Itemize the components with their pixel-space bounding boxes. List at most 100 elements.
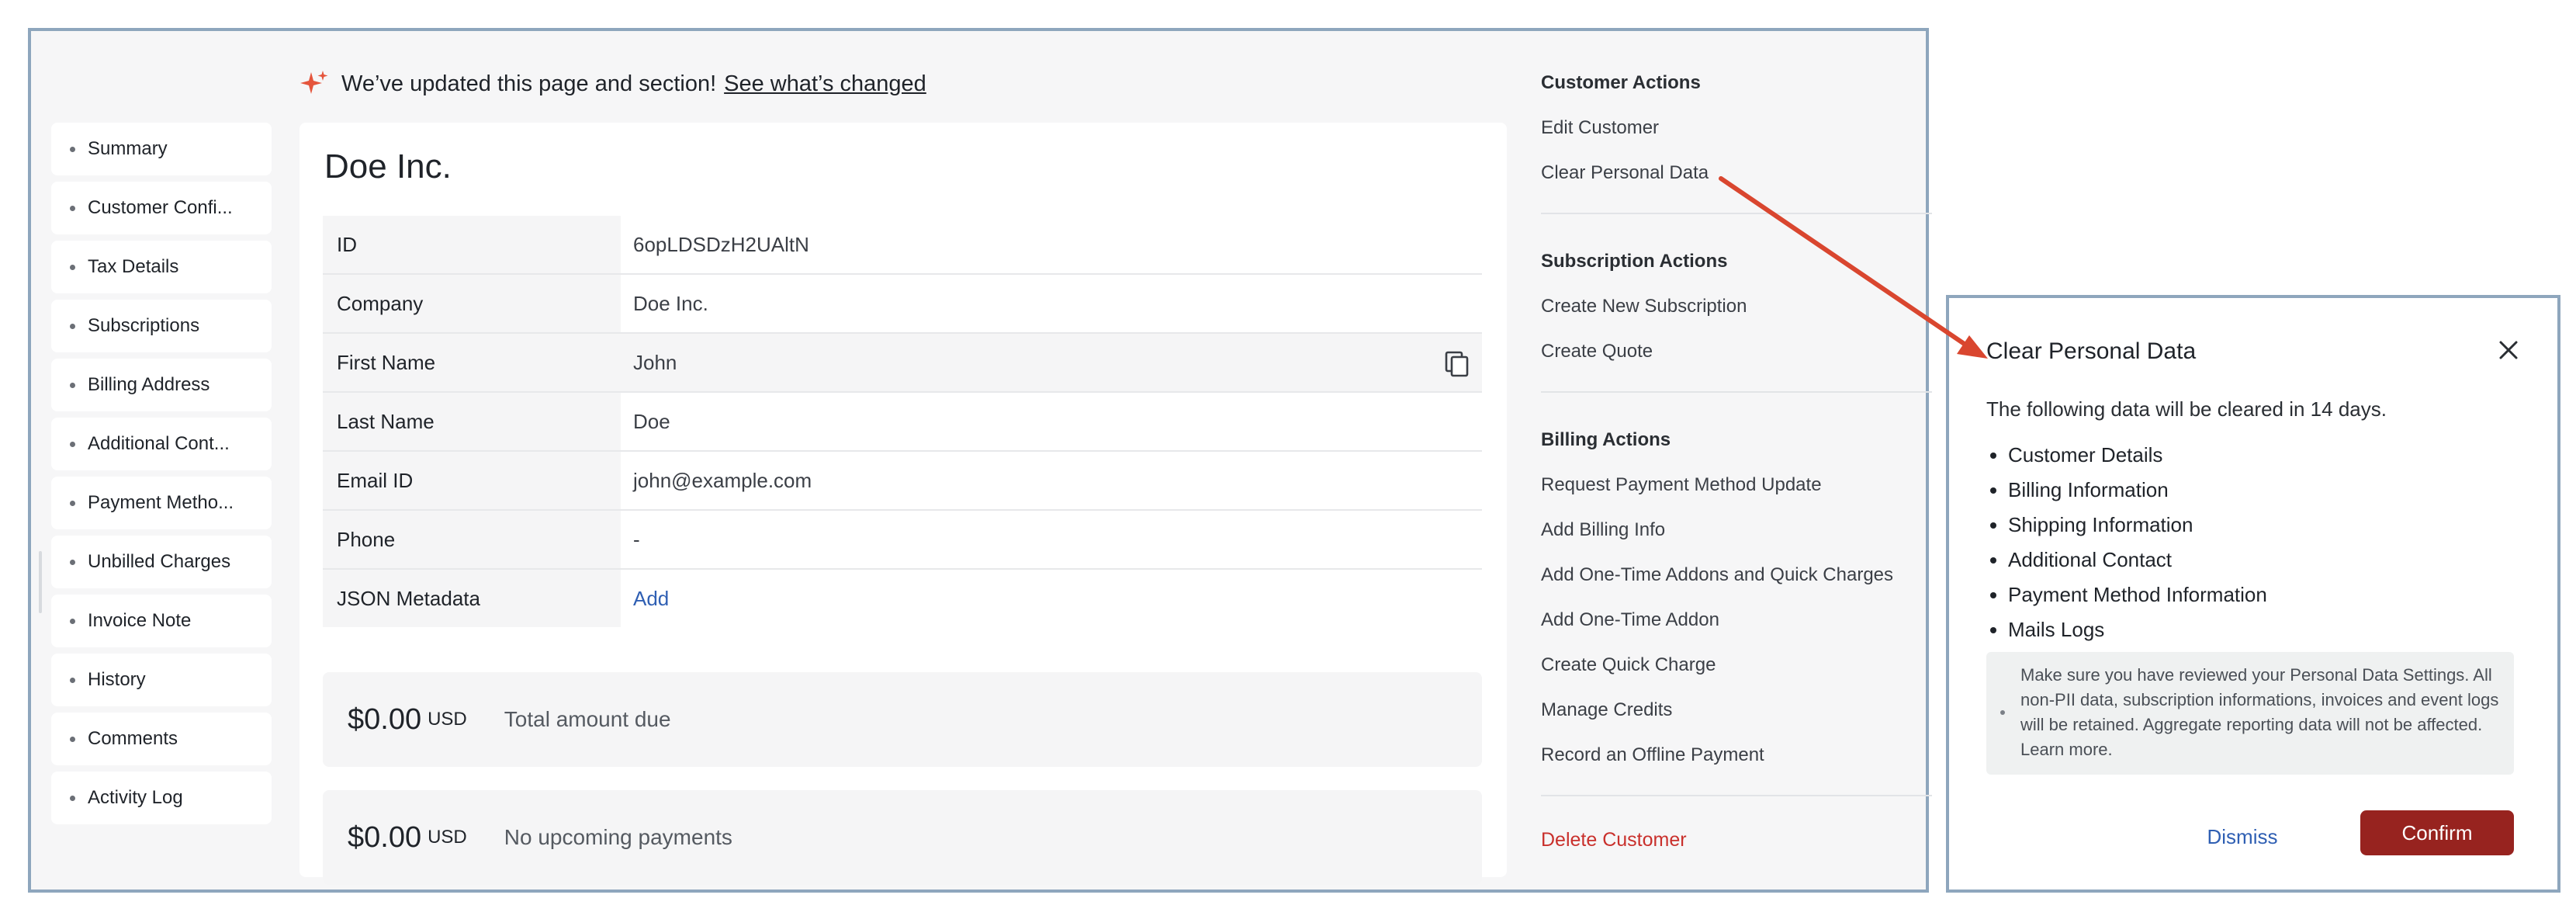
field-label: First Name <box>323 333 621 393</box>
confirm-button[interactable]: Confirm <box>2360 810 2514 855</box>
field-value: John <box>633 350 677 374</box>
list-item: Payment Method Information <box>2008 577 2267 612</box>
field-value-cell: John <box>621 333 1482 393</box>
nav-item-history[interactable]: History <box>51 654 272 706</box>
dismiss-button[interactable]: Dismiss <box>2188 815 2297 858</box>
copy-icon[interactable] <box>1445 351 1470 377</box>
field-label: Email ID <box>323 451 621 511</box>
customer-actions: Customer Actions Edit Customer Clear Per… <box>1541 61 1929 196</box>
customer-details-table: ID 6opLDSDzH2UAltN Company Doe Inc. Firs… <box>323 216 1482 627</box>
nav-item-label: Additional Cont... <box>88 433 230 454</box>
nav-item-label: Unbilled Charges <box>88 551 231 572</box>
clear-personal-data-link[interactable]: Clear Personal Data <box>1541 151 1929 196</box>
nav-item-tax-details[interactable]: Tax Details <box>51 241 272 293</box>
nav-item-payment-methods[interactable]: Payment Metho... <box>51 477 272 529</box>
cleared-data-list: Customer Details Billing Information Shi… <box>1986 438 2267 647</box>
bullet-icon <box>70 736 75 742</box>
table-row: Last Name Doe <box>323 392 1482 452</box>
billing-actions-heading: Billing Actions <box>1541 429 1671 450</box>
field-value-cell: Add <box>621 569 1482 627</box>
table-row: ID 6opLDSDzH2UAltN <box>323 216 1482 275</box>
update-banner: We’ve updated this page and section! See… <box>299 67 926 101</box>
field-label: Company <box>323 274 621 334</box>
table-row: First Name John <box>323 333 1482 393</box>
nav-item-summary[interactable]: Summary <box>51 123 272 175</box>
nav-item-label: History <box>88 669 146 690</box>
field-value: Doe Inc. <box>621 274 1482 334</box>
delete-customer-link[interactable]: Delete Customer <box>1541 829 1687 851</box>
request-payment-method-update-link[interactable]: Request Payment Method Update <box>1541 463 1929 508</box>
divider <box>1541 391 1932 393</box>
nav-item-label: Payment Metho... <box>88 492 234 513</box>
divider <box>1541 795 1932 796</box>
list-item: Additional Contact <box>2008 543 2267 577</box>
customer-actions-heading: Customer Actions <box>1541 72 1701 93</box>
create-quick-charge-link[interactable]: Create Quick Charge <box>1541 643 1929 688</box>
total-due-box: $0.00 USD Total amount due <box>323 672 1482 767</box>
whats-changed-link[interactable]: See what’s changed <box>724 71 926 97</box>
subscription-actions-heading: Subscription Actions <box>1541 251 1728 272</box>
create-subscription-link[interactable]: Create New Subscription <box>1541 284 1929 329</box>
nav-item-label: Invoice Note <box>88 610 192 631</box>
scrollbar[interactable] <box>39 551 42 613</box>
billing-actions: Billing Actions Request Payment Method U… <box>1541 418 1929 778</box>
nav-item-invoice-note[interactable]: Invoice Note <box>51 595 272 647</box>
total-due-label: Total amount due <box>504 707 671 731</box>
table-row: Company Doe Inc. <box>323 274 1482 334</box>
create-quote-link[interactable]: Create Quote <box>1541 329 1929 374</box>
table-row: JSON Metadata Add <box>323 569 1482 627</box>
field-label: Last Name <box>323 392 621 452</box>
retention-note-text: Make sure you have reviewed your Persona… <box>2020 665 2499 759</box>
nav-item-customer-config[interactable]: Customer Confi... <box>51 182 272 234</box>
add-metadata-link[interactable]: Add <box>633 587 669 610</box>
add-billing-info-link[interactable]: Add Billing Info <box>1541 508 1929 553</box>
nav-item-activity-log[interactable]: Activity Log <box>51 772 272 824</box>
add-addons-quick-charges-link[interactable]: Add One-Time Addons and Quick Charges <box>1541 553 1929 598</box>
field-label: ID <box>323 216 621 275</box>
total-due-currency: USD <box>428 709 467 730</box>
nav-item-label: Billing Address <box>88 374 210 395</box>
upcoming-amount: $0.00 <box>348 820 422 854</box>
record-offline-payment-link[interactable]: Record an Offline Payment <box>1541 733 1929 778</box>
nav-item-additional-contact[interactable]: Additional Cont... <box>51 418 272 470</box>
nav-item-label: Subscriptions <box>88 315 200 336</box>
upcoming-currency: USD <box>428 827 467 848</box>
add-one-time-addon-link[interactable]: Add One-Time Addon <box>1541 598 1929 643</box>
customer-details-window: Summary Customer Confi... Tax Details Su… <box>28 28 1932 893</box>
nav-item-label: Activity Log <box>88 787 183 808</box>
bullet-icon <box>70 264 75 270</box>
subscription-actions: Subscription Actions Create New Subscrip… <box>1541 239 1929 374</box>
bullet-icon <box>70 205 75 211</box>
field-value: 6opLDSDzH2UAltN <box>621 216 1482 275</box>
nav-item-comments[interactable]: Comments <box>51 713 272 765</box>
upcoming-label: No upcoming payments <box>504 825 732 849</box>
bullet-icon <box>70 500 75 506</box>
dialog-intro: The following data will be cleared in 14… <box>1986 397 2387 421</box>
clear-personal-data-dialog: Clear Personal Data The following data w… <box>1946 295 2560 893</box>
sparkle-icon <box>300 71 328 94</box>
bullet-icon <box>70 559 75 565</box>
nav-item-label: Customer Confi... <box>88 197 233 218</box>
edit-customer-link[interactable]: Edit Customer <box>1541 106 1929 151</box>
field-value: - <box>621 510 1482 570</box>
upcoming-payments-box: $0.00 USD No upcoming payments <box>323 790 1482 885</box>
field-label: Phone <box>323 510 621 570</box>
manage-credits-link[interactable]: Manage Credits <box>1541 688 1929 733</box>
dialog-title: Clear Personal Data <box>1986 338 2197 364</box>
nav-item-unbilled-charges[interactable]: Unbilled Charges <box>51 536 272 588</box>
divider <box>1541 213 1932 214</box>
bullet-icon <box>70 618 75 624</box>
bullet-icon <box>70 677 75 683</box>
retention-note: Make sure you have reviewed your Persona… <box>1986 652 2514 775</box>
nav-item-billing-address[interactable]: Billing Address <box>51 359 272 411</box>
bullet-icon <box>70 382 75 388</box>
table-row: Email ID john@example.com <box>323 451 1482 511</box>
close-icon[interactable] <box>2497 338 2520 362</box>
bullet-icon <box>70 323 75 329</box>
table-row: Phone - <box>323 510 1482 570</box>
section-nav: Summary Customer Confi... Tax Details Su… <box>51 123 272 831</box>
list-item: Mails Logs <box>2008 612 2267 647</box>
field-value: john@example.com <box>621 451 1482 511</box>
nav-item-subscriptions[interactable]: Subscriptions <box>51 300 272 352</box>
list-item: Customer Details <box>2008 438 2267 473</box>
